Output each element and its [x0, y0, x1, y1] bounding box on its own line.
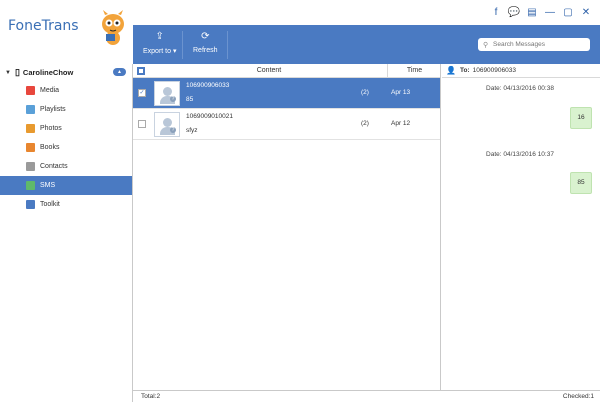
refresh-icon: ⟳ — [201, 31, 210, 42]
sidebar-item-playlists[interactable]: Playlists — [0, 100, 132, 119]
avatar: ? — [154, 112, 180, 137]
sidebar: ▼ ▯ CarolineChow ▲ Media Playlists Photos B… — [0, 64, 133, 402]
select-all-checkbox[interactable] — [137, 66, 145, 75]
total-count: Total:2 — [141, 393, 161, 400]
sidebar-item-photos[interactable]: Photos — [0, 119, 132, 138]
checked-count: Checked:1 — [562, 393, 594, 400]
chevron-down-icon: ▾ — [172, 48, 177, 55]
playlists-icon — [26, 105, 35, 114]
sidebar-item-label: Photos — [40, 125, 62, 132]
column-content[interactable]: Content — [151, 63, 388, 78]
table-row[interactable]: ✓? 106900906033 85 (2) Apr 13 — [133, 78, 440, 109]
list-rows: ✓? 106900906033 85 (2) Apr 13? 1069009010021 s… — [133, 78, 440, 140]
media-icon — [26, 86, 35, 95]
message-list: Content Time ✓? 106900906033 85 (2) Apr 13? 1… — [133, 63, 441, 390]
message-preview: sfyz — [186, 127, 198, 134]
message-bubble: 16 — [570, 107, 592, 129]
title-bar: FoneTrans f 💬 ▤ — ▢ ✕ — [0, 0, 600, 45]
status-bar: Total:2 Checked:1 — [133, 390, 600, 402]
conversation-header: 👤 To: 106900906033 — [442, 64, 600, 78]
column-time[interactable]: Time — [388, 64, 441, 78]
contact-icon: 👤 — [446, 66, 456, 75]
message-preview: 85 — [186, 96, 194, 103]
row-checkbox[interactable]: ✓ — [138, 89, 146, 97]
sidebar-item-toolkit[interactable]: Toolkit — [0, 195, 132, 214]
toolkit-icon — [26, 200, 35, 209]
facebook-icon[interactable]: f — [490, 6, 502, 18]
app-title: FoneTrans — [8, 18, 79, 34]
refresh-label: Refresh — [193, 47, 218, 54]
sidebar-item-label: SMS — [40, 182, 56, 189]
sidebar-item-label: Toolkit — [40, 201, 60, 208]
sidebar-item-contacts[interactable]: Contacts — [0, 157, 132, 176]
avatar: ? — [154, 81, 180, 106]
minimize-icon[interactable]: — — [544, 6, 556, 18]
books-icon — [26, 143, 35, 152]
export-icon: ⇪ — [155, 31, 164, 42]
message-date: Apr 13 — [391, 89, 411, 96]
sidebar-nav: Media Playlists Photos Books Contacts SMS Tool… — [0, 81, 132, 214]
table-row[interactable]: ? 1069009010021 sfyz (2) Apr 12 — [133, 109, 440, 140]
window-controls: f 💬 ▤ — ▢ ✕ — [490, 6, 592, 18]
sidebar-item-sms[interactable]: SMS — [0, 176, 132, 195]
chat-icon[interactable]: 💬 — [508, 6, 520, 18]
sender-number: 106900906033 — [186, 82, 230, 89]
message-date: Date: 04/13/2016 00:38 — [486, 85, 554, 92]
export-label: Export to — [143, 48, 172, 55]
photos-icon — [26, 124, 35, 133]
contacts-icon — [26, 162, 35, 171]
toolbar-divider — [182, 31, 183, 59]
to-label: To: — [459, 67, 470, 74]
eject-icon[interactable]: ▲ — [113, 68, 126, 76]
search-icon: ⚲ — [483, 41, 489, 49]
feedback-icon[interactable]: ▤ — [526, 6, 538, 18]
sidebar-item-label: Playlists — [40, 106, 66, 113]
mascot-logo-icon — [102, 10, 124, 45]
close-icon[interactable]: ✕ — [580, 6, 592, 18]
search-input[interactable] — [493, 41, 585, 48]
row-checkbox[interactable] — [138, 120, 146, 128]
unknown-contact-icon: ? — [170, 127, 176, 133]
list-header: Content Time — [133, 63, 441, 78]
device-name: CarolineChow — [22, 68, 74, 77]
message-date: Apr 12 — [391, 120, 411, 127]
conversation-pane: 👤 To: 106900906033 Date: 04/13/2016 00:3… — [442, 64, 600, 390]
unknown-contact-icon: ? — [170, 96, 176, 102]
sms-icon — [26, 181, 35, 190]
maximize-icon[interactable]: ▢ — [562, 6, 574, 18]
toolbar: ⇪ Export to ▾ ⟳ Refresh ⚲ — [133, 25, 600, 64]
search-box[interactable]: ⚲ — [478, 38, 590, 51]
collapse-arrow-icon[interactable]: ▼ — [5, 70, 11, 76]
message-date: Date: 04/13/2016 10:37 — [486, 151, 554, 158]
refresh-button[interactable]: ⟳ Refresh — [193, 31, 218, 54]
to-number: 106900906033 — [472, 67, 516, 74]
sidebar-item-books[interactable]: Books — [0, 138, 132, 157]
message-count: (2) — [361, 120, 369, 127]
sidebar-item-media[interactable]: Media — [0, 81, 132, 100]
message-bubble: 85 — [570, 172, 592, 194]
phone-icon: ▯ — [14, 67, 20, 77]
sidebar-item-label: Media — [40, 87, 60, 94]
message-count: (2) — [361, 89, 369, 96]
sidebar-item-label: Books — [40, 144, 60, 151]
export-button[interactable]: ⇪ Export to ▾ — [143, 31, 176, 55]
sender-number: 1069009010021 — [186, 113, 233, 120]
toolbar-divider — [227, 31, 228, 59]
sidebar-item-label: Contacts — [40, 163, 68, 170]
device-header[interactable]: ▼ ▯ CarolineChow ▲ — [0, 64, 132, 81]
